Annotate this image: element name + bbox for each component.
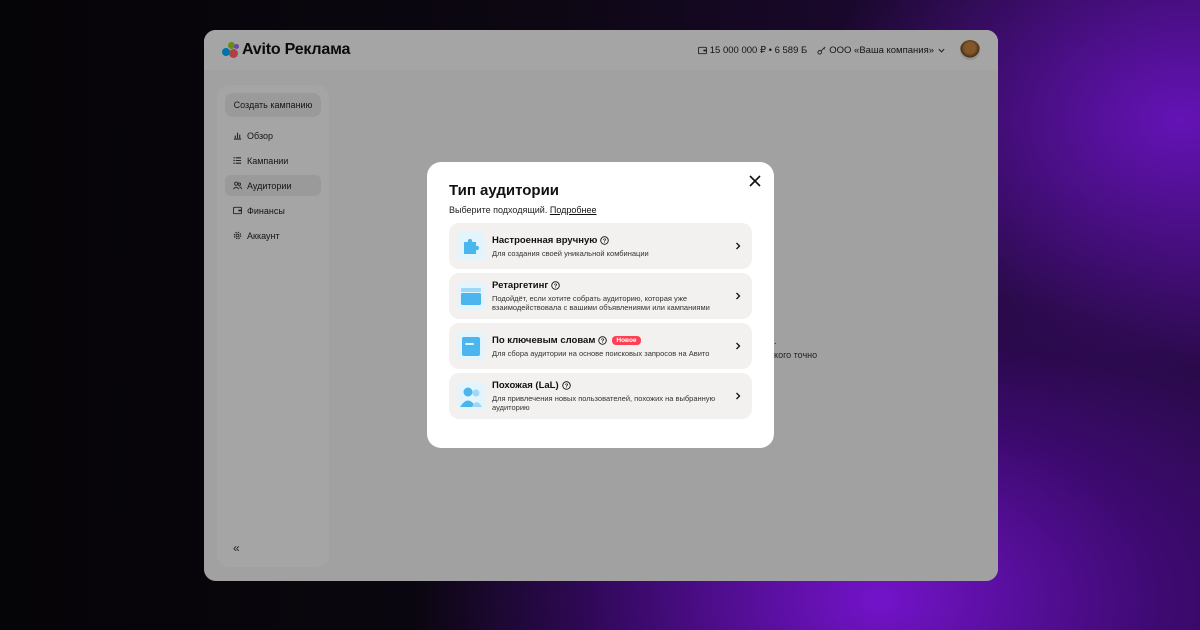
option-description: Подойдёт, если хотите собрать аудиторию,… xyxy=(492,294,710,312)
chevron-right-icon xyxy=(736,242,741,250)
option-title: Настроенная вручную xyxy=(492,234,598,246)
people-icon xyxy=(457,382,485,410)
option-keywords[interactable]: По ключевым словам ? Новое Для сбора ауд… xyxy=(449,323,752,369)
modal-title: Тип аудитории xyxy=(449,182,560,199)
option-title: Ретаргетинг xyxy=(492,280,549,291)
help-icon[interactable]: ? xyxy=(561,381,571,390)
option-title: Похожая (LaL) xyxy=(492,380,559,391)
help-icon[interactable]: ? xyxy=(600,235,610,245)
help-icon[interactable]: ? xyxy=(598,335,608,345)
chevron-right-icon xyxy=(736,392,741,400)
puzzle-icon xyxy=(457,232,485,260)
document-icon xyxy=(457,332,485,360)
option-manual[interactable]: Настроенная вручную ? Для создания своей… xyxy=(449,223,752,269)
chevron-right-icon xyxy=(736,342,741,350)
option-retargeting[interactable]: Ретаргетинг ? Подойдёт, если хотите собр… xyxy=(449,273,752,319)
option-description: Для создания своей уникальной комбинации xyxy=(492,248,649,258)
help-icon[interactable]: ? xyxy=(551,281,561,290)
svg-text:?: ? xyxy=(564,384,568,390)
svg-text:?: ? xyxy=(603,238,607,244)
audience-type-modal: Тип аудитории Выберите подходящий. Подро… xyxy=(427,162,774,448)
audience-options: Настроенная вручную ? Для создания своей… xyxy=(449,223,752,419)
new-badge: Новое xyxy=(612,335,641,345)
subtitle-text: Выберите подходящий. xyxy=(449,205,548,215)
stack-icon xyxy=(457,282,485,310)
chevron-right-icon xyxy=(736,292,741,300)
svg-text:?: ? xyxy=(601,338,605,344)
option-description: Для сбора аудитории на основе поисковых … xyxy=(492,348,710,358)
option-description: Для привлечения новых пользователей, пох… xyxy=(492,394,716,412)
more-link[interactable]: Подробнее xyxy=(550,205,597,215)
svg-text:?: ? xyxy=(554,284,558,290)
close-icon[interactable] xyxy=(748,174,762,188)
modal-subtitle: Выберите подходящий. Подробнее xyxy=(449,205,752,215)
option-title: По ключевым словам xyxy=(492,334,596,346)
option-lookalike[interactable]: Похожая (LaL) ? Для привлечения новых по… xyxy=(449,373,752,419)
